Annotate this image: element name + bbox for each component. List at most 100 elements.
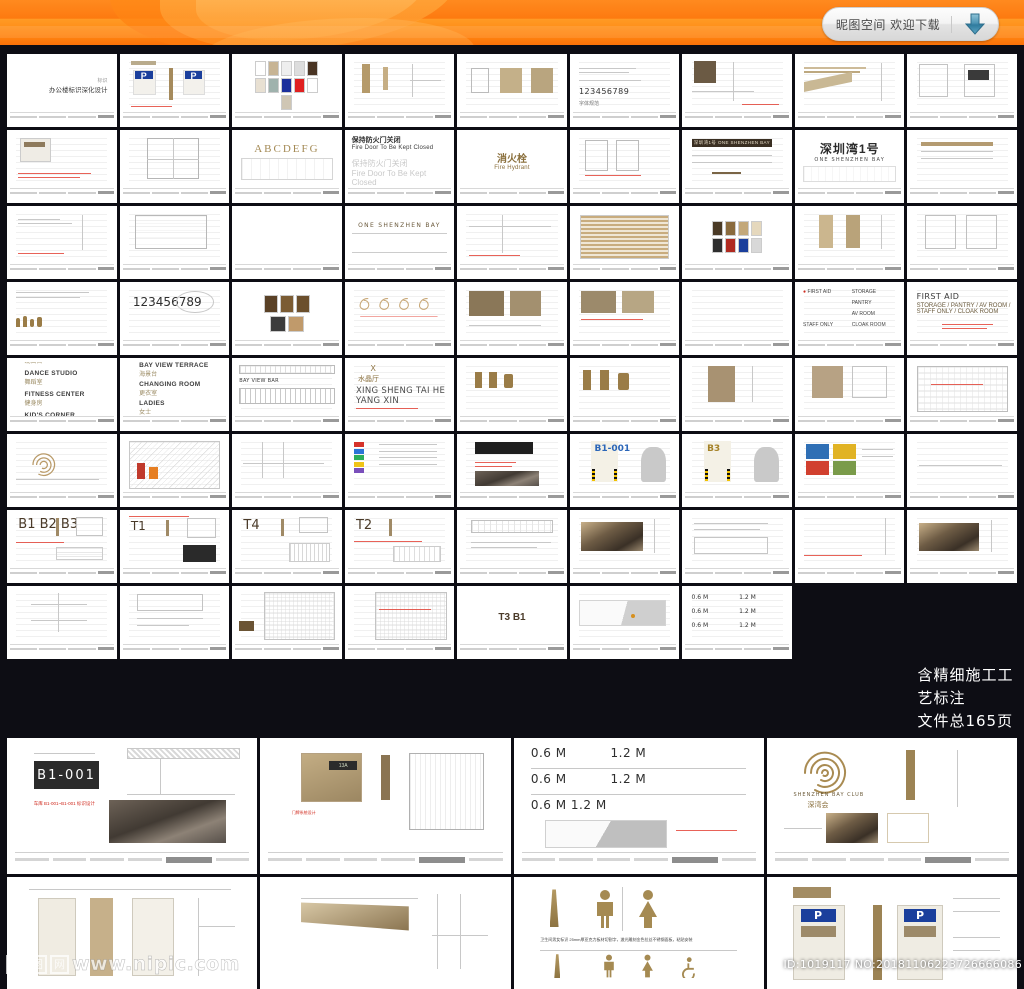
large-panel[interactable]: SHENZHEN BAY CLUB 深湾会	[766, 738, 1017, 874]
accessible-pictogram-icon	[681, 957, 695, 979]
sheet-thumbnail[interactable]	[344, 586, 455, 659]
sheet-thumbnail[interactable]	[119, 586, 230, 659]
sheet-title: 消火栓	[496, 153, 527, 165]
sheet-subtitle: 字体规范	[578, 101, 599, 108]
sheet-thumbnail[interactable]: T2	[344, 510, 455, 583]
sheet-thumbnail[interactable]: BAY VIEW BAR	[232, 358, 342, 431]
sheet-thumbnail[interactable]	[7, 586, 117, 659]
sheet-thumbnail[interactable]: FIRST AID STORAGE / PANTRY / AV ROOM / S…	[907, 282, 1017, 355]
large-panel[interactable]: 卫生间男女标识 25mm厚亚克力板材切割字，激光雕刻金色拉丝不锈钢面板，粘贴安装	[513, 877, 764, 989]
download-button[interactable]: 昵图空间 欢迎下载	[822, 7, 999, 41]
panel-brand-cn: 深湾会	[807, 802, 829, 810]
sheet-thumbnail[interactable]	[907, 510, 1017, 583]
sheet-thumbnail[interactable]	[457, 206, 567, 279]
sheet-thumbnail[interactable]	[232, 206, 342, 279]
sheet-thumbnail[interactable]	[232, 434, 342, 507]
sheet-thumbnail[interactable]	[119, 206, 230, 279]
sheet-thumbnail[interactable]: B1 B2 B3	[7, 510, 117, 583]
sheet-thumbnail[interactable]: 深圳湾1号 ONE SHENZHEN BAY	[794, 130, 905, 203]
sheet-thumbnail[interactable]	[907, 434, 1017, 507]
sheet-title: 深圳湾1号 ONE SHENZHEN BAY	[691, 139, 773, 147]
sheet-thumbnail[interactable]	[682, 282, 792, 355]
sheet-thumbnail[interactable]: 123456789 字体规范	[569, 54, 680, 127]
sheet-thumbnail[interactable]: B1-001	[569, 434, 680, 507]
panel-brand-en: SHENZHEN BAY CLUB	[793, 791, 865, 798]
sheet-thumbnail[interactable]: T4	[232, 510, 342, 583]
sheet-thumbnail[interactable]: 保持防火门关闭 Fire Door To Be Kept Closed 保持防火…	[344, 130, 455, 203]
large-panel[interactable]: P P	[766, 877, 1017, 989]
sheet-thumbnail[interactable]: CLOAK ROOM 观日台 DANCE STUDIO 舞蹈室 FITNESS …	[7, 358, 117, 431]
male-pictogram-icon	[596, 890, 613, 929]
sheet-thumbnail[interactable]: 深圳湾1号 ONE SHENZHEN BAY	[682, 130, 792, 203]
sheet-thumbnail[interactable]	[682, 54, 792, 127]
large-panel[interactable]	[7, 877, 258, 989]
sheet-title: B3	[707, 444, 721, 455]
sheet-subtitle: ONE SHENZHEN BAY	[814, 157, 885, 163]
sheet-thumbnail[interactable]: 消火栓 Fire Hydrant	[457, 130, 567, 203]
panel-note: 门牌系统设计	[291, 809, 316, 815]
sheet-thumbnail[interactable]	[569, 206, 680, 279]
sheet-thumbnail[interactable]	[794, 434, 905, 507]
sheet-thumbnail[interactable]	[907, 130, 1017, 203]
sheet-thumbnail[interactable]	[119, 130, 230, 203]
sheet-thumbnail[interactable]	[907, 54, 1017, 127]
sheet-thumbnail[interactable]: X 水晶厅 XING SHENG TAI HE YANG XIN	[344, 358, 455, 431]
sheet-thumbnail[interactable]	[794, 54, 905, 127]
sheet-thumbnail[interactable]: ● FIRST AID STORAGE PANTRY AV ROOM STAFF…	[794, 282, 905, 355]
sheet-title: T3 B1	[498, 611, 526, 623]
sheet-thumbnail[interactable]	[344, 434, 455, 507]
sheet-thumbnail[interactable]: 0.6 M 1.2 M 0.6 M 1.2 M 0.6 M 1.2 M	[682, 586, 792, 659]
sheet-title: ONE SHENZHEN BAY	[358, 221, 441, 229]
sheet-thumbnail[interactable]	[7, 282, 117, 355]
sheet-thumbnail[interactable]	[794, 358, 905, 431]
sheet-thumbnail[interactable]	[232, 586, 342, 659]
sheet-title: B1-001	[594, 444, 631, 455]
sheet-thumbnail[interactable]: T1	[119, 510, 230, 583]
sheet-thumbnail[interactable]	[457, 282, 567, 355]
sheet-thumbnail[interactable]	[457, 54, 567, 127]
sheet-thumbnail[interactable]: 123456789	[119, 282, 230, 355]
sheet-thumbnail[interactable]: B3	[682, 434, 792, 507]
sheet-thumbnail[interactable]	[344, 282, 455, 355]
sheet-thumbnail[interactable]	[457, 358, 567, 431]
sheet-title: T1	[130, 519, 146, 534]
large-panel[interactable]: B1-001 车库 B1-001~B1-001 标识设计	[7, 738, 258, 874]
sheet-thumbnail[interactable]: ABCDEFG	[232, 130, 342, 203]
large-panel[interactable]	[260, 877, 511, 989]
sheet-thumbnail[interactable]	[569, 510, 680, 583]
sheet-thumbnail[interactable]	[7, 206, 117, 279]
sheet-thumbnail[interactable]	[907, 206, 1017, 279]
sheet-thumbnail[interactable]	[232, 54, 342, 127]
sheet-thumbnail[interactable]	[569, 130, 680, 203]
sheet-thumbnail[interactable]: ONE SHENZHEN BAY	[344, 206, 455, 279]
sheet-thumbnail[interactable]: T3 B1	[457, 586, 567, 659]
sheet-thumbnail[interactable]	[682, 510, 792, 583]
panel-device-label: 13A	[329, 761, 358, 770]
large-panel[interactable]: 13A 门牌系统设计	[260, 738, 511, 874]
large-panel[interactable]: 0.6 M 1.2 M 0.6 M 1.2 M 0.6 M 1.2 M	[513, 738, 764, 874]
sheet-thumbnail[interactable]	[457, 434, 567, 507]
female-pictogram-icon	[638, 890, 657, 929]
sheet-thumbnail[interactable]	[682, 358, 792, 431]
panel-parking-label: P	[800, 909, 836, 922]
sheet-thumbnail[interactable]	[457, 510, 567, 583]
panel-note: 车库 B1-001~B1-001 标识设计	[33, 801, 95, 807]
sheet-thumbnail[interactable]	[794, 510, 905, 583]
sheet-title: 办公楼标识深化设计	[49, 86, 108, 94]
sheet-title: B1 B2 B3	[18, 517, 79, 533]
sheet-thumbnail[interactable]: P P	[119, 54, 230, 127]
sheet-thumbnail[interactable]	[7, 130, 117, 203]
sheet-thumbnail[interactable]	[794, 206, 905, 279]
sheet-thumbnail[interactable]	[907, 358, 1017, 431]
sheet-thumbnail[interactable]	[569, 586, 680, 659]
sheet-thumbnail[interactable]	[344, 54, 455, 127]
sheet-thumbnail[interactable]	[232, 282, 342, 355]
sheet-thumbnail[interactable]	[119, 434, 230, 507]
sheet-thumbnail[interactable]	[569, 358, 680, 431]
sheet-thumbnail[interactable]: SUN RISE TERRACE 海景吧 BAY VIEW TERRACE 海景…	[119, 358, 230, 431]
sheet-thumbnail[interactable]	[569, 282, 680, 355]
sheet-title: FIRST AID	[916, 292, 960, 302]
sheet-thumbnail[interactable]: 标识 办公楼标识深化设计	[7, 54, 117, 127]
sheet-thumbnail[interactable]	[682, 206, 792, 279]
sheet-thumbnail[interactable]	[7, 434, 117, 507]
